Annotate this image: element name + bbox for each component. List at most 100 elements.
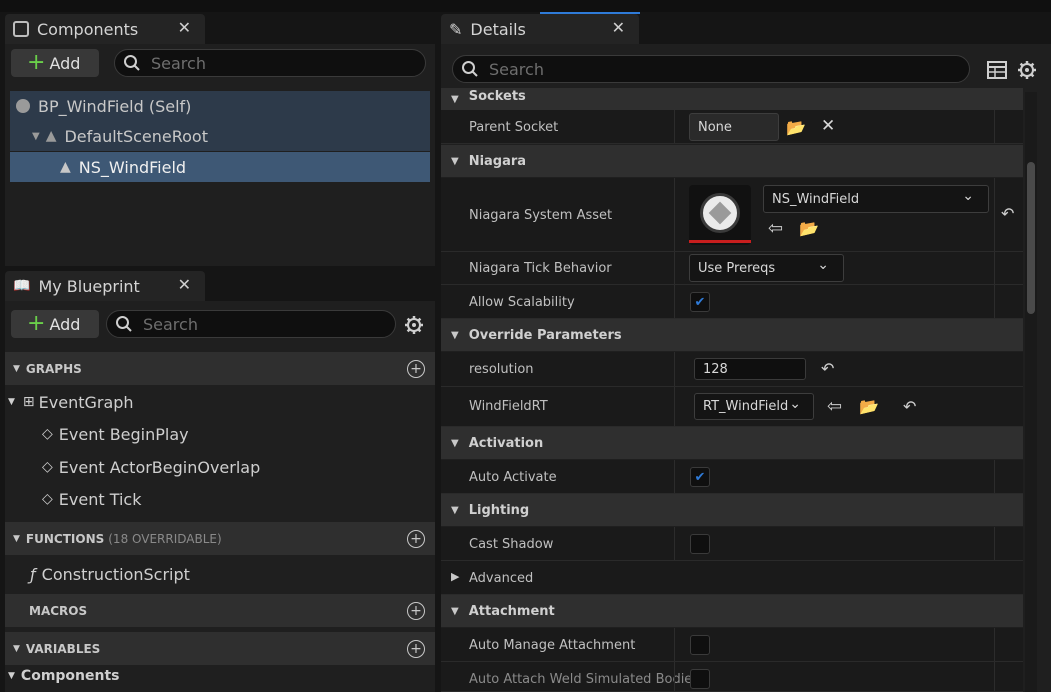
column-divider <box>994 628 995 661</box>
category-override-parameters[interactable]: ▼ Override Parameters <box>441 319 1023 351</box>
category-activation[interactable]: ▼ Activation <box>441 427 1023 459</box>
browse-asset-icon[interactable]: 📂 <box>799 219 819 238</box>
event-item[interactable]: ◇ Event Tick <box>42 484 142 514</box>
collapse-arrow-icon: ▼ <box>451 605 459 617</box>
auto-attach-weld-checkbox[interactable] <box>690 669 710 689</box>
auto-manage-checkbox[interactable] <box>690 635 710 655</box>
details-search-input[interactable]: Search <box>452 55 970 83</box>
event-icon: ◇ <box>42 459 53 475</box>
function-icon: ƒ <box>30 564 36 584</box>
row-advanced[interactable]: ▶ Advanced <box>441 561 1023 595</box>
row-label: Advanced <box>469 571 534 586</box>
top-tab-strip <box>0 0 1051 12</box>
blueprint-add-button[interactable]: + Add <box>11 310 99 338</box>
allow-scalability-checkbox[interactable]: ✔ <box>690 292 710 312</box>
event-item[interactable]: ◇ Event BeginPlay <box>42 419 189 449</box>
windfield-rt-combo[interactable]: RT_WindField ⌄ <box>694 393 814 420</box>
function-item[interactable]: ƒ ConstructionScript <box>30 559 190 589</box>
reset-to-default-icon[interactable]: ↶ <box>903 397 916 416</box>
clear-icon[interactable]: ✕ <box>821 116 835 136</box>
category-title: Sockets <box>468 88 526 104</box>
row-windfield-rt: WindFieldRT RT_WindField ⌄ ⇦ 📂 ↶ <box>441 387 1023 427</box>
category-attachment[interactable]: ▼ Attachment <box>441 595 1023 627</box>
browse-socket-icon[interactable]: 📂 <box>786 118 806 137</box>
category-title: Attachment <box>468 603 555 619</box>
category-sockets[interactable]: ▼ Sockets <box>441 88 1023 110</box>
components-variable-category[interactable]: ▼ Components <box>8 663 120 689</box>
niagara-asset-combo[interactable]: NS_WindField ⌄ <box>763 185 989 213</box>
event-label: Event Tick <box>58 489 142 509</box>
add-variable-icon[interactable]: + <box>407 639 425 658</box>
category-title: Override Parameters <box>468 327 622 343</box>
components-search-input[interactable]: Search <box>114 49 426 77</box>
resolution-field[interactable]: 128 <box>694 358 806 380</box>
column-divider <box>994 110 995 143</box>
use-selected-icon[interactable]: ⇦ <box>768 218 783 239</box>
variables-section-header[interactable]: ▼ VARIABLES + <box>5 632 435 665</box>
chevron-down-icon: ⌄ <box>789 396 801 412</box>
column-divider <box>674 387 675 426</box>
add-macro-icon[interactable]: + <box>407 601 425 620</box>
macros-section-header[interactable]: MACROS + <box>5 594 435 627</box>
functions-section-header[interactable]: ▼ FUNCTIONS (18 OVERRIDABLE) + <box>5 522 435 555</box>
close-icon[interactable]: ✕ <box>612 18 625 37</box>
gear-icon[interactable] <box>1017 60 1037 80</box>
category-label: Components <box>20 668 120 684</box>
row-label: Niagara Tick Behavior <box>469 261 612 276</box>
asset-underline <box>689 240 751 243</box>
row-auto-manage-attachment: Auto Manage Attachment <box>441 628 1023 662</box>
expand-arrow-icon[interactable]: ▼ <box>32 131 40 142</box>
event-graph-item[interactable]: ▼ ⊞ EventGraph <box>8 387 134 417</box>
gear-icon[interactable] <box>404 315 424 335</box>
components-tab[interactable]: Components ✕ <box>5 14 205 44</box>
section-title: GRAPHS <box>25 361 82 376</box>
asset-thumbnail[interactable] <box>689 185 751 245</box>
category-niagara[interactable]: ▼ Niagara <box>441 145 1023 177</box>
add-graph-icon[interactable]: + <box>407 359 425 378</box>
blueprint-search-input[interactable]: Search <box>106 310 396 338</box>
column-divider <box>674 285 675 318</box>
parent-socket-field[interactable]: None <box>689 113 779 141</box>
graphs-section-header[interactable]: ▼ GRAPHS + <box>5 352 435 385</box>
expand-arrow-icon: ▶ <box>451 570 460 583</box>
components-add-button[interactable]: + Add <box>11 49 99 77</box>
close-icon[interactable]: ✕ <box>178 18 191 37</box>
row-label: resolution <box>469 362 534 377</box>
use-selected-icon[interactable]: ⇦ <box>827 396 842 417</box>
reset-to-default-icon[interactable]: ↶ <box>821 359 834 378</box>
details-tab[interactable]: ✎ Details ✕ <box>441 14 639 44</box>
my-blueprint-tab[interactable]: 📖 My Blueprint ✕ <box>5 271 205 301</box>
details-scrollbar-thumb[interactable] <box>1027 162 1035 314</box>
add-function-icon[interactable]: + <box>407 529 425 548</box>
table-view-icon[interactable] <box>987 61 1007 79</box>
column-divider <box>994 252 995 284</box>
tree-item-self[interactable]: BP_WindField (Self) <box>10 91 430 121</box>
tree-item-default-scene-root[interactable]: ▼ ▲ DefaultSceneRoot <box>10 121 430 151</box>
browse-asset-icon[interactable]: 📂 <box>859 397 879 416</box>
reset-to-default-icon[interactable]: ↶ <box>1001 204 1014 223</box>
blueprint-tab-title: My Blueprint <box>38 276 140 296</box>
tick-behavior-combo[interactable]: Use Prereqs ⌄ <box>689 254 844 282</box>
event-item[interactable]: ◇ Event ActorBeginOverlap <box>42 452 260 482</box>
tree-item-ns-windfield[interactable]: ▲ NS_WindField <box>10 152 430 182</box>
plus-icon: + <box>27 311 46 336</box>
auto-activate-checkbox[interactable]: ✔ <box>690 467 710 487</box>
section-title: MACROS <box>29 603 88 618</box>
collapse-arrow-icon: ▼ <box>451 329 459 341</box>
collapse-arrow-icon: ▼ <box>8 671 15 681</box>
close-icon[interactable]: ✕ <box>178 275 191 294</box>
parent-socket-value: None <box>698 119 732 135</box>
graph-icon: ⊞ <box>22 394 35 410</box>
category-title: Activation <box>468 435 544 451</box>
expand-arrow-icon[interactable]: ▼ <box>8 397 15 407</box>
scene-component-icon: ▲ <box>45 128 57 144</box>
column-divider <box>674 527 675 560</box>
collapse-arrow-icon: ▼ <box>451 504 459 516</box>
collapse-arrow-icon: ▼ <box>451 437 459 449</box>
category-lighting[interactable]: ▼ Lighting <box>441 494 1023 526</box>
cast-shadow-checkbox[interactable] <box>690 534 710 554</box>
row-auto-activate: Auto Activate ✔ <box>441 460 1023 494</box>
row-label: Auto Activate <box>469 470 557 485</box>
row-niagara-system-asset: Niagara System Asset NS_WindField ⌄ ⇦ 📂 … <box>441 178 1023 252</box>
row-cast-shadow: Cast Shadow <box>441 527 1023 561</box>
